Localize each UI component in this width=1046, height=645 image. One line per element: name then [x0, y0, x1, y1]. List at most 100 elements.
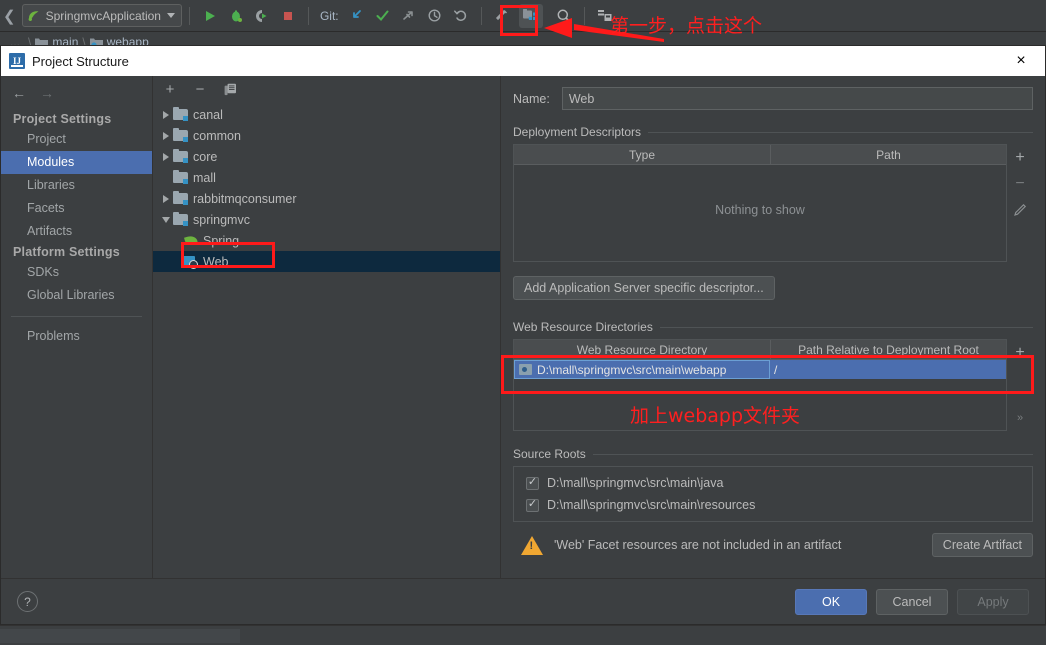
chevron-right-icon[interactable]	[159, 110, 173, 119]
forward-arrow-icon[interactable]: →	[40, 86, 54, 100]
update-project-icon[interactable]	[345, 4, 369, 28]
web-resource-directory-cell[interactable]: D:\mall\springmvc\src\main\webapp	[514, 360, 770, 379]
stop-icon[interactable]	[276, 4, 300, 28]
table-header: Web Resource Directory Path Relative to …	[514, 340, 1006, 360]
toolbar-divider	[188, 6, 190, 25]
tree-row-label: mall	[193, 170, 216, 185]
source-root-checkbox[interactable]: ✓	[526, 476, 539, 490]
ide-status-bar	[0, 625, 1046, 645]
module-tree-pane: + − canal common core mall rabbitmqconsu…	[153, 76, 501, 578]
hammer-icon[interactable]	[490, 4, 514, 28]
column-header-relative-path[interactable]: Path Relative to Deployment Root	[770, 340, 1006, 359]
rollback-icon[interactable]	[449, 4, 473, 28]
name-row: Name:	[513, 87, 1033, 110]
warning-triangle-icon	[521, 535, 543, 555]
web-resource-directories-header: Web Resource Directories	[513, 320, 1033, 334]
web-resource-directories-title: Web Resource Directories	[513, 320, 653, 334]
sidebar-item-project[interactable]: Project	[1, 128, 152, 151]
deployment-side-toolbar: + −	[1007, 144, 1033, 262]
sidebar-item-facets[interactable]: Facets	[1, 197, 152, 220]
tree-row-label: common	[193, 128, 241, 143]
annotation-text-webapp: 加上webapp文件夹	[630, 405, 801, 427]
module-icon	[173, 170, 188, 184]
push-icon[interactable]	[397, 4, 421, 28]
annotation-text-step1: 第一步，点击这个	[610, 15, 763, 37]
section-rule	[648, 131, 1033, 133]
remove-descriptor-button[interactable]: −	[1008, 171, 1032, 197]
tree-row[interactable]: Spring	[153, 230, 500, 251]
section-rule-2	[659, 326, 1033, 328]
tree-row-label: Spring	[203, 233, 240, 248]
search-everywhere-icon[interactable]	[552, 4, 576, 28]
column-header-path[interactable]: Path	[770, 145, 1006, 164]
apply-button[interactable]: Apply	[957, 588, 1029, 615]
ok-button[interactable]: OK	[795, 588, 867, 615]
spring-facet-icon	[183, 234, 198, 247]
sidebar-item-problems[interactable]: Problems	[1, 325, 152, 348]
column-header-type[interactable]: Type	[514, 145, 770, 164]
help-button[interactable]: ?	[17, 591, 38, 612]
sidebar-item-modules[interactable]: Modules	[1, 151, 152, 174]
tree-row[interactable]: canal	[153, 104, 500, 125]
relative-path-cell[interactable]: /	[770, 360, 1006, 379]
module-icon	[173, 128, 188, 142]
run-configuration-selector[interactable]: SpringmvcApplication	[21, 4, 182, 27]
source-roots-list: ✓ D:\mall\springmvc\src\main\java ✓ D:\m…	[513, 466, 1033, 522]
module-tree-toolbar: + −	[153, 76, 500, 102]
add-module-button[interactable]: +	[163, 82, 177, 97]
chevron-down-icon[interactable]	[166, 13, 175, 18]
intellij-idea-icon: IJ	[9, 53, 25, 69]
source-root-checkbox[interactable]: ✓	[526, 498, 539, 512]
web-facet-settings: Name: Deployment Descriptors Type Path	[501, 76, 1045, 578]
toolbar-divider-2	[307, 6, 309, 25]
tree-row-web-facet[interactable]: Web	[153, 251, 500, 272]
sidebar-item-global-libraries[interactable]: Global Libraries	[1, 284, 152, 307]
run-icon[interactable]	[198, 4, 222, 28]
source-roots-header: Source Roots	[513, 447, 1033, 461]
chevron-right-icon[interactable]	[159, 194, 173, 203]
web-facet-icon	[183, 255, 198, 269]
column-header-web-resource-directory[interactable]: Web Resource Directory	[514, 340, 770, 359]
nav-arrows: ← →	[1, 84, 152, 110]
directory-icon	[519, 364, 532, 375]
toolbar-collapse-chevron-icon[interactable]: ❮	[3, 7, 16, 25]
dialog-footer: ? OK Cancel Apply	[1, 578, 1045, 624]
chevron-right-icon[interactable]	[159, 152, 173, 161]
expand-more-icon[interactable]: »	[1008, 405, 1032, 431]
copy-module-icon[interactable]	[223, 83, 237, 96]
remove-module-button[interactable]: −	[193, 82, 207, 97]
sidebar-item-artifacts[interactable]: Artifacts	[1, 220, 152, 243]
web-resources-side-toolbar: + »	[1007, 339, 1033, 431]
chevron-down-icon[interactable]	[159, 216, 173, 223]
source-root-item[interactable]: ✓ D:\mall\springmvc\src\main\java	[514, 472, 1032, 494]
add-application-server-descriptor-button[interactable]: Add Application Server specific descript…	[513, 276, 775, 300]
history-icon[interactable]	[423, 4, 447, 28]
tree-row[interactable]: common	[153, 125, 500, 146]
sidebar-item-libraries[interactable]: Libraries	[1, 174, 152, 197]
cancel-button[interactable]: Cancel	[876, 588, 948, 615]
debug-icon[interactable]	[224, 4, 248, 28]
run-with-coverage-icon[interactable]	[250, 4, 274, 28]
table-row[interactable]: D:\mall\springmvc\src\main\webapp /	[514, 360, 1006, 379]
facet-name-input[interactable]	[561, 87, 1033, 110]
add-descriptor-button[interactable]: +	[1008, 145, 1032, 171]
git-label: Git:	[319, 8, 339, 23]
chevron-right-icon[interactable]	[159, 131, 173, 140]
project-structure-icon[interactable]	[518, 3, 543, 28]
sidebar-item-sdks[interactable]: SDKs	[1, 261, 152, 284]
close-icon[interactable]: ×	[1011, 51, 1031, 71]
create-artifact-button[interactable]: Create Artifact	[931, 533, 1033, 557]
tree-row-label: canal	[193, 107, 223, 122]
tree-row-label: Web	[203, 254, 229, 269]
source-root-item[interactable]: ✓ D:\mall\springmvc\src\main\resources	[514, 494, 1032, 516]
tree-row[interactable]: rabbitmqconsumer	[153, 188, 500, 209]
add-web-resource-button[interactable]: +	[1008, 340, 1032, 366]
tree-row[interactable]: core	[153, 146, 500, 167]
tree-row-label: rabbitmqconsumer	[193, 191, 297, 206]
edit-pencil-icon[interactable]	[1008, 197, 1032, 223]
module-icon	[173, 107, 188, 121]
back-arrow-icon[interactable]: ←	[12, 86, 26, 100]
tree-row[interactable]: springmvc	[153, 209, 500, 230]
commit-icon[interactable]	[371, 4, 395, 28]
tree-row[interactable]: mall	[153, 167, 500, 188]
